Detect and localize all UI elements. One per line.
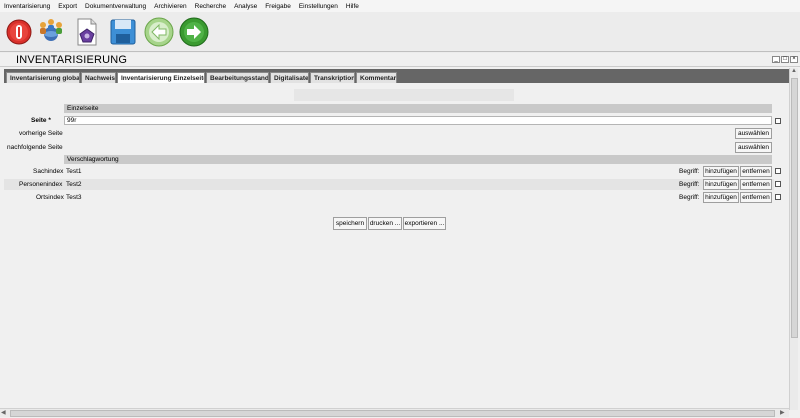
einzelseite-panel: Einzelseite Seite * 99r vorherige Seite … xyxy=(4,83,788,405)
back-button[interactable] xyxy=(144,17,174,47)
maximize-button[interactable]: □ xyxy=(781,56,789,63)
personenindex-label: Personenindex xyxy=(19,181,63,188)
window-titlebar: INVENTARISIERUNG _ □ × xyxy=(0,53,800,67)
vertical-scroll-thumb[interactable] xyxy=(791,78,798,338)
scroll-right-icon[interactable]: ▶ xyxy=(780,409,785,416)
vorherige-seite-label: vorherige Seite xyxy=(19,130,63,137)
menu-export[interactable]: Export xyxy=(58,3,77,10)
tab-nachweis[interactable]: Nachweis xyxy=(81,72,116,83)
tab-kommentar[interactable]: Kommentar xyxy=(356,72,397,83)
verschlagwortung-header: Verschlagwortung xyxy=(64,155,772,164)
people-network-button[interactable] xyxy=(36,17,66,47)
ortsindex-checkbox[interactable] xyxy=(775,194,781,200)
drucken-button[interactable]: drucken ... xyxy=(368,217,402,230)
tab-inventarisierung-einzelseite[interactable]: Inventarisierung Einzelseite xyxy=(117,72,205,83)
tab-digitalisate[interactable]: Digitalisate xyxy=(270,72,309,83)
power-icon xyxy=(6,19,32,45)
personenindex-hinzufuegen-button[interactable]: hinzufügen xyxy=(703,179,739,190)
menu-hilfe[interactable]: Hilfe xyxy=(346,3,359,10)
personenindex-begriff-label: Begriff: xyxy=(679,181,700,188)
sachindex-checkbox[interactable] xyxy=(775,168,781,174)
document-stamp-icon xyxy=(77,18,97,46)
menu-einstellungen[interactable]: Einstellungen xyxy=(299,3,338,10)
forward-arrow-icon xyxy=(179,17,209,47)
close-button[interactable]: × xyxy=(790,56,798,63)
ortsindex-label: Ortsindex xyxy=(36,194,64,201)
back-arrow-icon xyxy=(144,17,174,47)
horizontal-scroll-thumb[interactable] xyxy=(10,410,775,417)
forward-button[interactable] xyxy=(179,17,209,47)
sachindex-begriff-label: Begriff: xyxy=(679,168,700,175)
tab-transkription[interactable]: Transkription xyxy=(310,72,355,83)
ortsindex-begriff-label: Begriff: xyxy=(679,194,700,201)
personenindex-entfernen-button[interactable]: entfernen xyxy=(740,179,772,190)
document-stamp-button[interactable] xyxy=(72,17,102,47)
menu-analyse[interactable]: Analyse xyxy=(234,3,257,10)
sachindex-entfernen-button[interactable]: entfernen xyxy=(740,166,772,177)
personenindex-checkbox[interactable] xyxy=(775,181,781,187)
seite-label: Seite * xyxy=(31,117,51,124)
people-network-icon xyxy=(40,19,62,41)
speichern-button[interactable]: speichern xyxy=(333,217,367,230)
menu-bar: Inventarisierung Export Dokumentverwaltu… xyxy=(0,0,800,12)
save-toolbar-button[interactable] xyxy=(108,17,138,47)
seite-field[interactable]: 99r xyxy=(64,116,772,125)
inventarisierung-window: INVENTARISIERUNG _ □ × Inventarisierung … xyxy=(0,53,800,418)
menu-inventarisierung[interactable]: Inventarisierung xyxy=(4,3,50,10)
seite-checkbox[interactable] xyxy=(775,118,781,124)
tab-bar: Inventarisierung global Nachweis Inventa… xyxy=(4,69,796,83)
tab-inventarisierung-global[interactable]: Inventarisierung global xyxy=(6,72,80,83)
vertical-scrollbar[interactable]: ▲ xyxy=(789,68,798,410)
personenindex-value: Test2 xyxy=(66,181,82,188)
sachindex-value: Test1 xyxy=(66,168,82,175)
header-placeholder xyxy=(294,89,514,101)
menu-dokumentverwaltung[interactable]: Dokumentverwaltung xyxy=(85,3,146,10)
save-icon xyxy=(110,19,136,45)
menu-archivieren[interactable]: Archivieren xyxy=(154,3,187,10)
ortsindex-entfernen-button[interactable]: entfernen xyxy=(740,192,772,203)
ortsindex-hinzufuegen-button[interactable]: hinzufügen xyxy=(703,192,739,203)
scroll-up-icon[interactable]: ▲ xyxy=(791,68,797,74)
menu-freigabe[interactable]: Freigabe xyxy=(265,3,291,10)
minimize-button[interactable]: _ xyxy=(772,56,780,63)
window-title: INVENTARISIERUNG xyxy=(16,54,128,66)
einzelseite-header: Einzelseite xyxy=(64,104,772,113)
nachfolgende-auswaehlen-button[interactable]: auswählen xyxy=(735,142,772,153)
sachindex-hinzufuegen-button[interactable]: hinzufügen xyxy=(703,166,739,177)
horizontal-scrollbar[interactable]: ◀ ▶ xyxy=(0,408,789,417)
nachfolgende-seite-label: nachfolgende Seite xyxy=(7,144,63,151)
toolbar xyxy=(0,12,800,52)
tab-bearbeitungsstand[interactable]: Bearbeitungsstand xyxy=(206,72,269,83)
vorherige-auswaehlen-button[interactable]: auswählen xyxy=(735,128,772,139)
sachindex-label: Sachindex xyxy=(33,168,64,175)
menu-recherche[interactable]: Recherche xyxy=(195,3,226,10)
power-button[interactable] xyxy=(4,17,34,47)
scroll-left-icon[interactable]: ◀ xyxy=(1,409,6,416)
ortsindex-value: Test3 xyxy=(66,194,82,201)
personenindex-row xyxy=(4,179,774,190)
exportieren-button[interactable]: exportieren ... xyxy=(403,217,446,230)
